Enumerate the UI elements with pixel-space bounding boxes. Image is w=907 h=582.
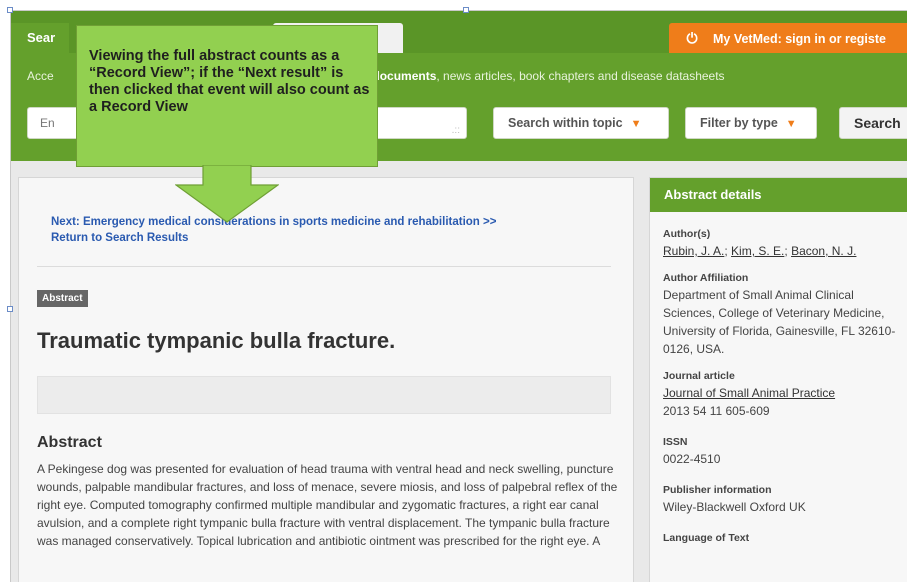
divider [37,266,611,267]
access-prefix: Acce [27,69,54,83]
search-within-topic-select[interactable]: Search within topic ▼ [493,107,669,139]
affiliation-value: Department of Small Animal Clinical Scie… [663,288,896,356]
empty-info-box [37,376,611,414]
search-button[interactable]: Search [839,107,907,139]
journal-label: Journal article [663,370,735,382]
selection-handle[interactable] [7,7,13,13]
abstract-text: A Pekingese dog was presented for evalua… [37,462,618,548]
issn-value: 0022-4510 [663,452,721,466]
filter-by-type-select[interactable]: Filter by type ▼ [685,107,817,139]
abstract-badge: Abstract [37,290,88,307]
search-input-value: En [40,116,55,130]
access-suffix: , news articles, book chapters and disea… [436,69,725,83]
browser-viewport: Sear hes ⏻My VetMed: sign in or registe … [10,10,907,582]
type-select-label: Filter by type [700,116,778,130]
chevron-down-icon: ▼ [785,118,797,130]
publisher-label: Publisher information [663,484,772,496]
my-vetmed-label: My VetMed: sign in or registe [713,32,886,46]
resize-grip-icon[interactable]: .:: [452,126,460,136]
authors-label: Author(s) [663,228,711,240]
language-label: Language of Text [663,532,750,544]
power-icon: ⏻ [686,30,698,46]
my-vetmed-signin-tab[interactable]: ⏻ My VetMed: sign in or registe [669,23,907,53]
topic-select-label: Search within topic [508,116,623,130]
selection-handle[interactable] [7,306,13,312]
sidebar-body: Author(s) Rubin, J. A.; Kim, S. E.; Baco… [663,222,907,544]
tab-search[interactable]: Sear [11,23,69,53]
selection-handle[interactable] [463,7,469,13]
down-arrow-icon [175,165,279,223]
sidebar-header: Abstract details [650,178,907,212]
callout-text: Viewing the full abstract counts as a “R… [89,48,370,115]
authors-list: Rubin, J. A.; Kim, S. E.; Bacon, N. J. [663,244,857,258]
journal-value: Journal of Small Animal Practice 2013 54… [663,384,907,420]
abstract-details-sidebar: Abstract details Author(s) Rubin, J. A.;… [649,177,907,582]
author-link[interactable]: Rubin, J. A. [663,244,724,258]
affiliation-label: Author Affiliation [663,272,749,284]
issn-label: ISSN [663,436,688,448]
publisher-value: Wiley-Blackwell Oxford UK [663,500,806,514]
abstract-heading: Abstract [37,434,102,451]
journal-link[interactable]: Journal of Small Animal Practice [663,386,835,400]
abstract-panel: Next: Emergency medical considerations i… [18,177,634,582]
journal-details: 2013 54 11 605-609 [663,404,770,418]
author-link[interactable]: Kim, S. E. [731,244,784,258]
chevron-down-icon: ▼ [630,118,642,130]
author-link[interactable]: Bacon, N. J. [791,244,856,258]
page-title: Traumatic tympanic bulla fracture. [37,328,396,353]
return-to-results-link[interactable]: Return to Search Results [51,232,188,244]
annotation-callout: Viewing the full abstract counts as a “R… [76,25,378,167]
